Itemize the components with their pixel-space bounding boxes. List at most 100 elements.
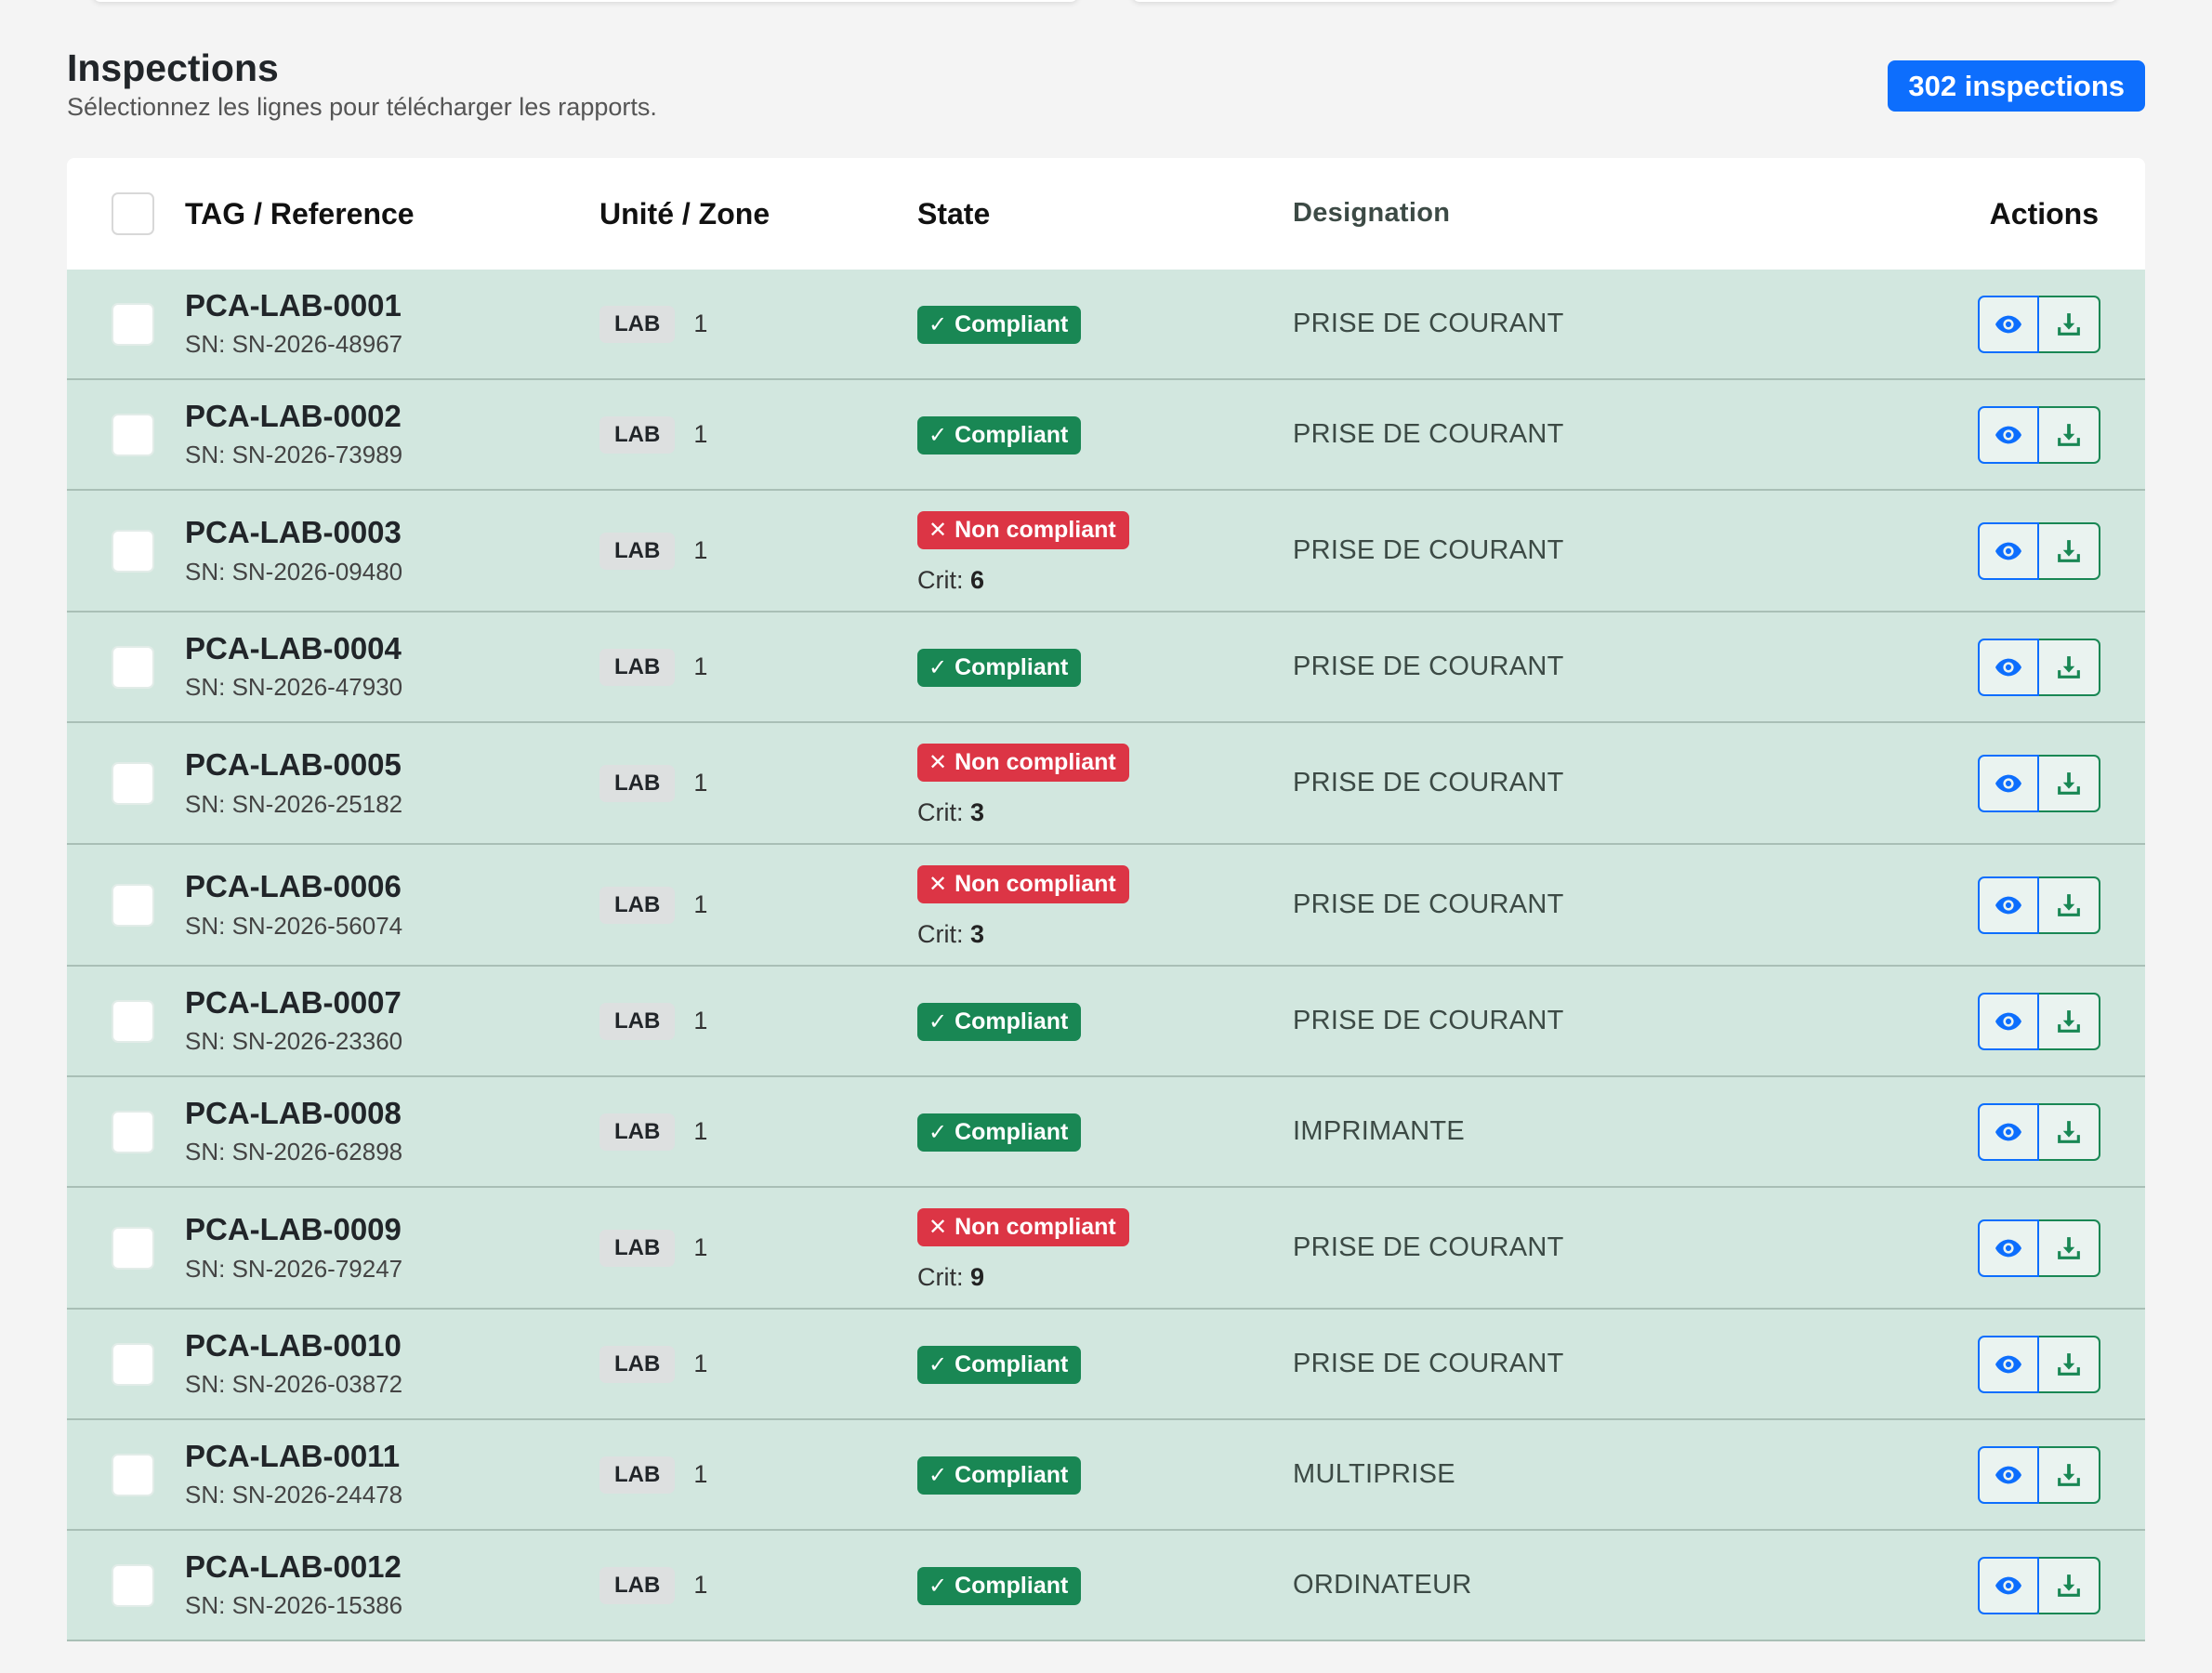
row-checkbox[interactable] [112, 413, 154, 456]
row-checkbox[interactable] [112, 302, 154, 346]
serial-number: SN: SN-2026-56074 [185, 912, 403, 940]
row-checkbox[interactable] [112, 883, 154, 927]
row-actions [1978, 638, 2100, 696]
select-all-checkbox[interactable] [112, 192, 154, 235]
tag-reference[interactable]: PCA-LAB-0001 [185, 288, 402, 323]
unit-zone: LAB 1 [599, 532, 707, 570]
check-icon: ✓ [928, 1009, 948, 1034]
row-checkbox[interactable] [112, 529, 154, 573]
row-checkbox[interactable] [112, 1342, 154, 1386]
table-row[interactable]: PCA-LAB-0002 SN: SN-2026-73989 LAB 1 ✓ Compli… [67, 380, 2145, 491]
download-button[interactable] [2039, 1102, 2100, 1161]
serial-number: SN: SN-2026-73989 [185, 441, 403, 468]
view-button[interactable] [1978, 295, 2039, 353]
download-button[interactable] [2039, 876, 2100, 934]
download-button[interactable] [2039, 405, 2100, 464]
download-button[interactable] [2039, 1556, 2100, 1614]
view-button[interactable] [1978, 1335, 2039, 1393]
eye-icon [1994, 536, 2023, 566]
tag-reference[interactable]: PCA-LAB-0011 [185, 1439, 400, 1474]
row-checkbox[interactable] [112, 1453, 154, 1496]
row-checkbox[interactable] [112, 1226, 154, 1270]
row-checkbox[interactable] [112, 1110, 154, 1153]
view-button[interactable] [1978, 405, 2039, 464]
table-row[interactable]: PCA-LAB-0001 SN: SN-2026-48967 LAB 1 ✓ Compli… [67, 270, 2145, 380]
view-button[interactable] [1978, 876, 2039, 934]
unit-zone: LAB 1 [599, 1113, 707, 1151]
view-button[interactable] [1978, 1556, 2039, 1614]
zone-number: 1 [693, 1233, 708, 1261]
zone-number: 1 [693, 1460, 708, 1488]
row-checkbox[interactable] [112, 999, 154, 1043]
tag-reference[interactable]: PCA-LAB-0006 [185, 869, 402, 904]
x-icon: ✕ [928, 518, 948, 543]
page-title: Inspections [67, 46, 279, 89]
download-button[interactable] [2039, 521, 2100, 580]
download-button[interactable] [2039, 1335, 2100, 1393]
row-checkbox[interactable] [112, 645, 154, 689]
table-body: PCA-LAB-0001 SN: SN-2026-48967 LAB 1 ✓ Compli… [67, 270, 2145, 1641]
view-button[interactable] [1978, 521, 2039, 580]
download-button[interactable] [2039, 754, 2100, 812]
tag-reference[interactable]: PCA-LAB-0010 [185, 1328, 402, 1363]
inspections-header: Inspections Sélectionnez les lignes pour… [67, 41, 2145, 134]
table-row[interactable]: PCA-LAB-0007 SN: SN-2026-23360 LAB 1 ✓ Compli… [67, 967, 2145, 1077]
tag-reference[interactable]: PCA-LAB-0004 [185, 631, 402, 666]
row-actions [1978, 1219, 2100, 1277]
download-button[interactable] [2039, 1445, 2100, 1504]
column-header-tag[interactable]: TAG / Reference [185, 197, 415, 231]
row-actions [1978, 521, 2100, 580]
unit-zone: LAB 1 [599, 1566, 707, 1604]
download-icon [2055, 1350, 2083, 1378]
table-row[interactable]: PCA-LAB-0008 SN: SN-2026-62898 LAB 1 ✓ Compli… [67, 1077, 2145, 1188]
unit-zone: LAB 1 [599, 1229, 708, 1267]
tag-reference[interactable]: PCA-LAB-0009 [185, 1212, 402, 1247]
row-checkbox[interactable] [112, 761, 154, 805]
view-button[interactable] [1978, 992, 2039, 1050]
view-button[interactable] [1978, 1102, 2039, 1161]
download-button[interactable] [2039, 992, 2100, 1050]
tag-reference[interactable]: PCA-LAB-0003 [185, 515, 402, 550]
table-row[interactable]: PCA-LAB-0005 SN: SN-2026-25182 LAB 1 ✕ Non co… [67, 723, 2145, 845]
download-button[interactable] [2039, 1219, 2100, 1277]
eye-icon [1994, 652, 2023, 682]
zone-badge: LAB [599, 1456, 676, 1494]
tag-reference[interactable]: PCA-LAB-0008 [185, 1096, 402, 1131]
row-actions [1978, 1445, 2100, 1504]
table-row[interactable]: PCA-LAB-0009 SN: SN-2026-79247 LAB 1 ✕ Non co… [67, 1188, 2145, 1310]
serial-number: SN: SN-2026-47930 [185, 673, 403, 701]
eye-icon [1994, 310, 2023, 339]
status-label: Compliant [955, 311, 1069, 337]
download-icon [2055, 770, 2083, 797]
criticality: Crit: 3 [917, 920, 984, 949]
download-icon [2055, 1234, 2083, 1262]
zone-badge: LAB [599, 1002, 676, 1040]
table-row[interactable]: PCA-LAB-0004 SN: SN-2026-47930 LAB 1 ✓ Compli… [67, 613, 2145, 723]
eye-icon [1994, 420, 2023, 450]
column-header-unit[interactable]: Unité / Zone [599, 197, 770, 231]
view-button[interactable] [1978, 754, 2039, 812]
view-button[interactable] [1978, 1445, 2039, 1504]
download-button[interactable] [2039, 638, 2100, 696]
tag-reference[interactable]: PCA-LAB-0007 [185, 985, 402, 1021]
column-header-designation[interactable]: Designation [1293, 198, 1450, 229]
tag-reference[interactable]: PCA-LAB-0012 [185, 1549, 402, 1585]
table-row[interactable]: PCA-LAB-0011 SN: SN-2026-24478 LAB 1 ✓ Compli… [67, 1420, 2145, 1531]
view-button[interactable] [1978, 1219, 2039, 1277]
table-row[interactable]: PCA-LAB-0006 SN: SN-2026-56074 LAB 1 ✕ Non co… [67, 845, 2145, 967]
view-button[interactable] [1978, 638, 2039, 696]
row-checkbox[interactable] [112, 1563, 154, 1607]
table-row[interactable]: PCA-LAB-0003 SN: SN-2026-09480 LAB 1 ✕ Non co… [67, 491, 2145, 613]
crit-label: Crit: [917, 1263, 964, 1291]
tag-reference[interactable]: PCA-LAB-0005 [185, 747, 402, 783]
table-row[interactable]: PCA-LAB-0012 SN: SN-2026-15386 LAB 1 ✓ Compli… [67, 1531, 2145, 1641]
serial-number: SN: SN-2026-79247 [185, 1255, 403, 1283]
designation: PRISE DE COURANT [1293, 308, 1564, 338]
download-button[interactable] [2039, 295, 2100, 353]
tag-reference[interactable]: PCA-LAB-0002 [185, 399, 402, 434]
column-header-state[interactable]: State [917, 197, 990, 231]
status-label: Compliant [955, 1573, 1069, 1599]
status-badge: ✓ Compliant [917, 1456, 1082, 1495]
table-row[interactable]: PCA-LAB-0010 SN: SN-2026-03872 LAB 1 ✓ Compli… [67, 1310, 2145, 1420]
top-cards [0, 0, 2212, 6]
